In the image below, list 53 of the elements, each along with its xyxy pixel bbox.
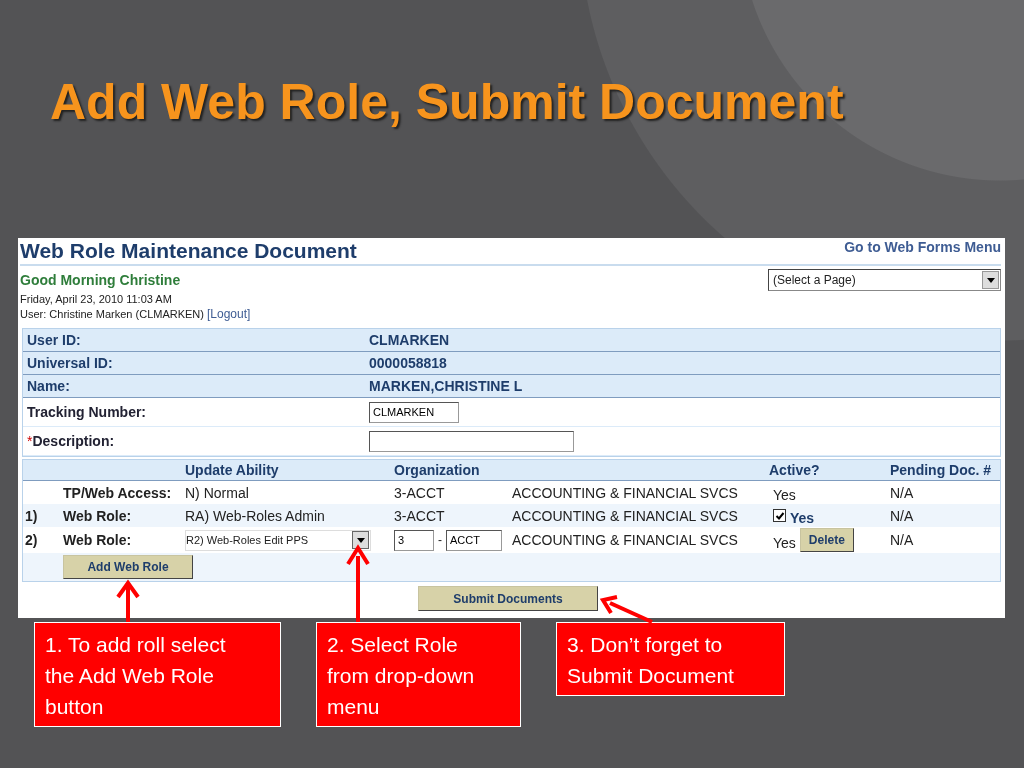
input-field[interactable]: ACCT — [446, 529, 502, 551]
callout-box: 3. Don’t forget to Submit Document — [556, 622, 785, 696]
role-label: TP/Web Access: — [62, 484, 173, 501]
logout-link[interactable]: [Logout] — [207, 307, 251, 322]
field-label: Name: — [26, 378, 71, 394]
field-label: *Description: — [26, 433, 116, 449]
input-field[interactable] — [369, 430, 574, 452]
user-text: User: Christine Marken (CLMARKEN) — [20, 307, 204, 322]
add-web-role-button[interactable]: Add Web Role — [63, 555, 193, 579]
field-value: 0000058818 — [369, 355, 448, 371]
submit-documents-button[interactable]: Submit Documents — [418, 586, 598, 611]
callout-box: 1. To add roll select the Add Web Role button — [34, 622, 281, 727]
table-cell-text: RA) Web-Roles Admin — [184, 507, 326, 524]
greeting: Good Morning Christine — [20, 272, 181, 288]
role-label: Web Role: — [62, 532, 133, 548]
role-select[interactable]: R2) Web-Roles Edit PPS — [185, 529, 371, 551]
table-cell-text: 3-ACCT — [393, 484, 446, 501]
table-cell-text: N) Normal — [184, 484, 250, 501]
table-cell-text: 3-ACCT — [393, 507, 446, 524]
checkbox[interactable] — [773, 509, 786, 522]
input-field[interactable]: 3 — [394, 529, 434, 551]
column-header: Update Ability — [184, 462, 280, 478]
column-header: Organization — [393, 462, 481, 478]
field-label: Universal ID: — [26, 355, 114, 371]
callout-box: 2. Select Role from drop-down menu — [316, 622, 521, 727]
table-cell-text: N/A — [889, 484, 915, 501]
document-title: Web Role Maintenance Document — [20, 238, 357, 264]
field-label: Tracking Number: — [26, 404, 148, 420]
row-number: 2) — [25, 532, 38, 548]
role-label: Web Role: — [62, 507, 133, 524]
field-value: MARKEN,CHRISTINE L — [369, 378, 524, 394]
slide-title: Add Web Role, Submit Document — [49, 73, 845, 132]
table-cell-text: ACCOUNTING & FINANCIAL SVCS — [511, 532, 739, 548]
web-forms-menu-link[interactable]: Go to Web Forms Menu — [844, 238, 1001, 255]
active-value: Yes — [773, 534, 796, 551]
arrow — [116, 579, 140, 622]
page-select[interactable]: (Select a Page) — [768, 269, 1001, 291]
input-field[interactable]: CLMARKEN — [369, 401, 459, 423]
column-header: Pending Doc. # — [889, 462, 993, 478]
row-number: 1) — [25, 507, 38, 524]
table-cell-text: N/A — [889, 532, 915, 548]
field-value: CLMARKEN — [369, 332, 451, 348]
table-cell-text: ACCOUNTING & FINANCIAL SVCS — [511, 484, 739, 501]
table-cell-text: ACCOUNTING & FINANCIAL SVCS — [511, 507, 739, 524]
column-header: Active? — [768, 462, 821, 478]
arrow — [599, 595, 653, 624]
field-label: User ID: — [26, 332, 82, 348]
delete-button[interactable]: Delete — [799, 528, 854, 552]
table-cell-text: N/A — [889, 507, 915, 524]
active-value: Yes — [790, 509, 815, 526]
active-value: Yes — [773, 487, 796, 503]
date-text: Friday, April 23, 2010 11:03 AM — [20, 292, 173, 307]
separator-text: - — [438, 533, 442, 547]
